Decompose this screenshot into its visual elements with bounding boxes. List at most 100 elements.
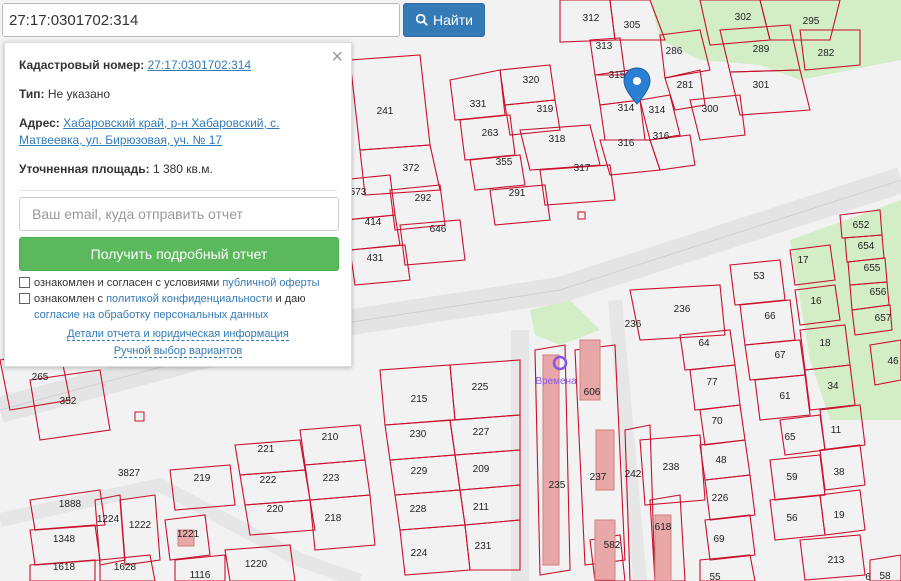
privacy-text: ознакомлен с (34, 293, 104, 305)
parcel-number-label: 223 (323, 473, 340, 484)
parcel-number-label: 355 (496, 157, 513, 168)
parcel-number-label: 318 (549, 134, 566, 145)
offer-text: ознакомлен и согласен с условиями (34, 277, 220, 289)
parcel-number-label: 67 (774, 350, 786, 361)
parcel-number-label: 224 (411, 548, 428, 559)
manual-select-link[interactable]: Ручной выбор вариантов (113, 345, 243, 358)
parcel-number-label: 320 (523, 75, 540, 86)
parcel-number-label: 265 (32, 372, 49, 383)
parcel-number-label: 241 (377, 106, 394, 117)
parcel-number-label: 53 (753, 271, 765, 282)
parcel-number-label: 17 (797, 255, 809, 266)
parcel-number-label: 213 (828, 555, 845, 566)
parcel-number-label: 606 (584, 387, 601, 398)
parcel-number-label: 227 (473, 427, 490, 438)
get-report-button[interactable]: Получить подробный отчет (19, 237, 339, 271)
parcel-number-label: 316 (653, 131, 670, 142)
parcel-number-label: 291 (509, 188, 526, 199)
parcel-number-label: 573 (350, 187, 367, 198)
parcel-number-label: 654 (858, 241, 875, 252)
parcel-number-label: 59 (786, 472, 798, 483)
parcel-number-label: 313 (596, 41, 613, 52)
divider (19, 190, 337, 191)
parcel-number-label: 226 (712, 493, 729, 504)
parcel-number-label: 312 (583, 13, 600, 24)
parcel-number-label: 316 (618, 138, 635, 149)
parcel-number-label: 331 (470, 99, 487, 110)
parcel-number-label: 292 (415, 193, 432, 204)
offer-consent-row: ознакомлен и согласен с условиями публич… (19, 275, 337, 291)
parcel-number-label: 46 (887, 356, 899, 367)
parcel-number-label: 238 (663, 462, 680, 473)
parcel-number-label: 431 (367, 253, 384, 264)
parcel-number-label: 58 (879, 571, 891, 581)
privacy-checkbox[interactable] (19, 293, 30, 304)
privacy-link[interactable]: политикой конфиденциальности (106, 293, 272, 305)
offer-checkbox[interactable] (19, 277, 30, 288)
type-value: Не указано (47, 87, 111, 101)
parcel-number-label: 1618 (53, 562, 76, 573)
parcel-number-label: 1348 (53, 534, 76, 545)
address-label: Адрес: (19, 116, 60, 130)
cadastral-label: Кадастровый номер: (19, 58, 145, 72)
parcel-number-label: 6 (865, 572, 871, 581)
parcel-number-label: 225 (472, 382, 489, 393)
parcel-number-label: 221 (258, 444, 275, 455)
parcel-number-label: 237 (590, 472, 607, 483)
type-label: Тип: (19, 87, 45, 101)
offer-link[interactable]: публичной оферты (222, 277, 319, 289)
parcel-number-label: 1888 (59, 499, 82, 510)
parcel-number-label: 1221 (177, 529, 200, 540)
parcel-number-label: 235 (549, 480, 566, 491)
parcel-number-label: 372 (403, 163, 420, 174)
parcel-number-label: 300 (702, 104, 719, 115)
parcel-number-label: 652 (853, 220, 870, 231)
search-input[interactable] (2, 3, 400, 37)
parcel-number-label: 286 (666, 46, 683, 57)
area-value: 1 380 кв.м. (152, 162, 213, 176)
parcel-number-label: 281 (677, 80, 694, 91)
parcel-number-label: 64 (698, 338, 710, 349)
parcel-number-label: 301 (753, 80, 770, 91)
area-label: Уточненная площадь: (19, 162, 150, 176)
parcel-number-label: 70 (711, 416, 723, 427)
parcel-number-label: 230 (410, 429, 427, 440)
parcel-number-label: 1220 (245, 559, 268, 570)
privacy-and-text: и даю (275, 293, 306, 305)
parcel-number-label: 220 (267, 504, 284, 515)
parcel-number-label: 657 (875, 313, 892, 324)
search-button[interactable]: Найти (403, 3, 485, 37)
parcel-number-label: 210 (322, 432, 339, 443)
parcel-number-label: 231 (475, 541, 492, 552)
parcel-info-panel: × Кадастровый номер: 27:17:0301702:314 Т… (4, 42, 352, 367)
parcel-number-label: 77 (706, 377, 718, 388)
parcel-number-label: 65 (784, 432, 796, 443)
parcel-number-label: 219 (194, 473, 211, 484)
parcel-number-label: 1628 (114, 562, 137, 573)
parcel-number-label: 34 (827, 381, 839, 392)
cadastral-number-link[interactable]: 27:17:0301702:314 (148, 58, 251, 72)
parcel-number-label: 229 (411, 466, 428, 477)
search-icon (415, 13, 428, 26)
parcel-number-label: 305 (624, 20, 641, 31)
parcel-number-label: 11 (831, 425, 842, 436)
parcel-number-label: 242 (625, 469, 642, 480)
details-link[interactable]: Детали отчета и юридическая информация (67, 328, 289, 341)
parcel-number-label: 38 (833, 467, 845, 478)
parcel-number-label: 282 (818, 48, 835, 59)
consent-link[interactable]: согласие на обработку персональных данны… (34, 309, 268, 321)
email-field[interactable]: Ваш email, куда отправить отчет (19, 197, 339, 231)
parcel-number-label: 314 (649, 105, 666, 116)
email-placeholder: Ваш email, куда отправить отчет (32, 206, 243, 222)
search-button-label: Найти (433, 12, 473, 28)
close-icon[interactable]: × (331, 47, 343, 67)
parcel-number-label: 314 (618, 103, 635, 114)
parcel-number-label: 55 (709, 572, 721, 581)
parcel-number-label: 228 (410, 504, 427, 515)
parcel-number-label: 209 (473, 464, 490, 475)
parcel-number-label: 656 (870, 287, 887, 298)
parcel-number-label: 19 (833, 510, 845, 521)
parcel-number-label: 48 (715, 455, 727, 466)
parcel-number-label: 56 (786, 513, 798, 524)
parcel-number-label: 236 (625, 319, 642, 330)
